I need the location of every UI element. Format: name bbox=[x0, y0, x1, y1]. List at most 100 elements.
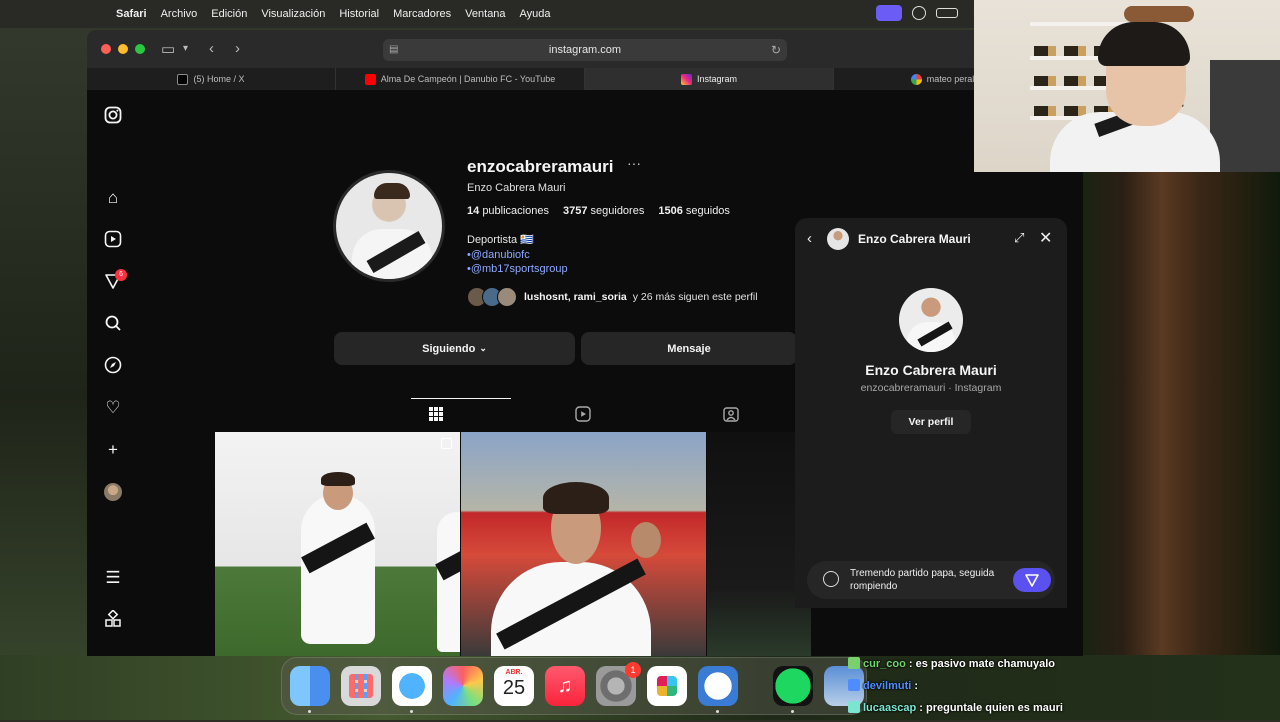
followed-by[interactable]: lushosnt, rami_soria y 26 más siguen est… bbox=[467, 287, 758, 307]
calendar-icon[interactable]: ABR. 25 bbox=[494, 666, 534, 706]
threads-icon[interactable] bbox=[103, 610, 123, 630]
search-icon[interactable] bbox=[103, 314, 123, 334]
chat-badge-icon bbox=[848, 657, 860, 669]
safari-toolbar: ▭ ▾ ‹ › ▤ instagram.com ↻ bbox=[87, 30, 1083, 68]
chair bbox=[1210, 60, 1280, 172]
tick-tick-icon[interactable] bbox=[698, 666, 738, 706]
close-icon[interactable]: ✕ bbox=[1039, 228, 1052, 248]
heart-icon[interactable]: ♡ bbox=[103, 398, 123, 418]
menu-app-safari[interactable]: Safari bbox=[116, 8, 147, 20]
menu-marcadores[interactable]: Marcadores bbox=[393, 8, 451, 20]
explore-icon[interactable] bbox=[103, 356, 123, 376]
calendar-day: 25 bbox=[494, 676, 534, 700]
tab-x[interactable]: (5) Home / X bbox=[87, 68, 336, 90]
instagram-logo-icon[interactable] bbox=[103, 106, 123, 126]
send-button[interactable] bbox=[1013, 568, 1051, 592]
page-settings-icon[interactable]: ▤ bbox=[389, 39, 398, 61]
tab-instagram[interactable]: Instagram bbox=[585, 68, 834, 90]
dm-header-name[interactable]: Enzo Cabrera Mauri bbox=[858, 232, 971, 246]
messages-badge: 6 bbox=[115, 269, 127, 281]
home-icon[interactable]: ⌂ bbox=[103, 188, 123, 208]
reload-icon[interactable]: ↻ bbox=[771, 39, 781, 61]
bio-link-mb17sportsgroup[interactable]: •@mb17sportsgroup bbox=[467, 262, 568, 276]
reels-tab[interactable] bbox=[575, 406, 591, 426]
reels-icon[interactable] bbox=[103, 230, 123, 250]
chat-badge-icon bbox=[848, 701, 860, 713]
menu-ayuda[interactable]: Ayuda bbox=[520, 8, 551, 20]
spotify-icon[interactable] bbox=[773, 666, 813, 706]
more-options-icon[interactable]: ··· bbox=[627, 155, 641, 171]
emoji-icon[interactable] bbox=[823, 571, 839, 587]
following-stat[interactable]: 1506 seguidos bbox=[658, 205, 730, 217]
dm-subtitle: enzocabreramauri · Instagram bbox=[795, 382, 1067, 394]
menu-archivo[interactable]: Archivo bbox=[161, 8, 198, 20]
menu-ventana[interactable]: Ventana bbox=[465, 8, 505, 20]
posts-grid-tab[interactable] bbox=[428, 406, 444, 426]
menu-icon[interactable]: ☰ bbox=[103, 568, 123, 588]
guitar bbox=[1124, 6, 1194, 22]
instagram-icon bbox=[681, 74, 692, 85]
profile-stats: 14 publicaciones 3757 seguidores 1506 se… bbox=[467, 205, 730, 217]
tab-youtube[interactable]: Alma De Campeón | Danubio FC - YouTube bbox=[336, 68, 585, 90]
message-draft[interactable]: Tremendo partido papa, seguida rompiendo bbox=[850, 567, 1014, 593]
posts-stat: 14 publicaciones bbox=[467, 205, 549, 217]
chat-message: cur_coo : es pasivo mate chamuyalo bbox=[848, 656, 1078, 678]
menu-edicion[interactable]: Edición bbox=[211, 8, 247, 20]
back-arrow-icon[interactable]: ‹ bbox=[807, 230, 812, 247]
view-profile-button[interactable]: Ver perfil bbox=[891, 410, 971, 434]
screen-recording-icon[interactable] bbox=[876, 5, 902, 21]
back-icon[interactable]: ‹ bbox=[209, 40, 214, 57]
bio-link-danubiofc[interactable]: •@danubiofc bbox=[467, 248, 568, 262]
play-status-icon[interactable] bbox=[912, 6, 926, 20]
battery-icon[interactable] bbox=[936, 8, 958, 18]
music-icon[interactable]: ♫ bbox=[545, 666, 585, 706]
tab-label: Instagram bbox=[697, 74, 737, 84]
followers-stat[interactable]: 3757 seguidores bbox=[563, 205, 644, 217]
post-thumbnail[interactable] bbox=[215, 432, 460, 656]
wallpaper-trees bbox=[1083, 172, 1280, 720]
dock: ABR. 25 ♫ 1 bbox=[281, 657, 867, 715]
profile-full-name: Enzo Cabrera Mauri bbox=[467, 182, 565, 194]
chat-message: devilmuti : bbox=[848, 678, 1078, 700]
menu-historial[interactable]: Historial bbox=[339, 8, 379, 20]
minimize-window-button[interactable] bbox=[118, 44, 128, 54]
sidebar-toggle-icon[interactable]: ▭ bbox=[161, 40, 175, 58]
profile-username: enzocabreramauri bbox=[467, 157, 613, 177]
chevron-down-icon: ⌄ bbox=[479, 343, 487, 354]
bio-title: Deportista 🇺🇾 bbox=[467, 234, 534, 246]
message-button[interactable]: Mensaje bbox=[581, 332, 797, 365]
create-icon[interactable]: + bbox=[103, 440, 123, 460]
following-button[interactable]: Siguiendo ⌄ bbox=[334, 332, 575, 365]
chat-message: lucaascap : preguntale quien es mauri bbox=[848, 700, 1078, 722]
profile-tabs bbox=[215, 398, 811, 432]
message-input[interactable]: Tremendo partido papa, seguida rompiendo bbox=[807, 561, 1055, 599]
close-window-button[interactable] bbox=[101, 44, 111, 54]
tagged-tab[interactable] bbox=[723, 406, 739, 426]
safari-icon[interactable] bbox=[392, 666, 432, 706]
dm-profile-picture bbox=[899, 288, 963, 352]
active-tab-indicator bbox=[411, 398, 511, 399]
tab-label: Alma De Campeón | Danubio FC - YouTube bbox=[381, 74, 556, 84]
forward-icon[interactable]: › bbox=[235, 40, 240, 57]
launchpad-icon[interactable] bbox=[341, 666, 381, 706]
address-bar[interactable]: ▤ instagram.com ↻ bbox=[383, 39, 787, 61]
webcam-overlay bbox=[974, 0, 1280, 172]
expand-icon[interactable]: ⤢ bbox=[1014, 230, 1024, 246]
profile-bio: Deportista 🇺🇾 •@danubiofc •@mb17sportsgr… bbox=[467, 233, 568, 276]
tab-bar: (5) Home / X Alma De Campeón | Danubio F… bbox=[87, 68, 1083, 90]
address-url: instagram.com bbox=[549, 44, 621, 56]
follower-avatar bbox=[497, 287, 517, 307]
tab-group-chevron-icon[interactable]: ▾ bbox=[183, 43, 188, 54]
zoom-window-button[interactable] bbox=[135, 44, 145, 54]
menu-visualizacion[interactable]: Visualización bbox=[261, 8, 325, 20]
calendar-month: ABR. bbox=[494, 669, 534, 676]
post-thumbnail[interactable] bbox=[461, 432, 706, 656]
profile-picture[interactable] bbox=[333, 170, 445, 282]
slack-icon[interactable] bbox=[647, 666, 687, 706]
profile-avatar[interactable] bbox=[103, 482, 123, 502]
finder-icon[interactable] bbox=[290, 666, 330, 706]
dm-avatar bbox=[827, 228, 849, 250]
youtube-icon bbox=[365, 74, 376, 85]
followed-by-names: lushosnt, rami_soria bbox=[524, 291, 627, 303]
photos-icon[interactable] bbox=[443, 666, 483, 706]
